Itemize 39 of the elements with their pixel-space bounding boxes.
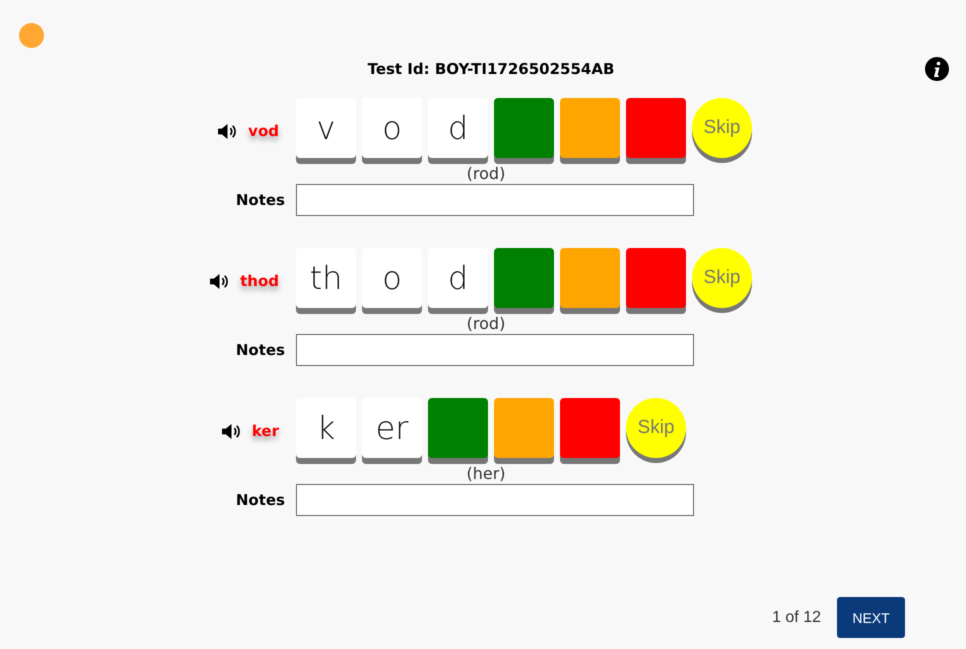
hint-text: (rod): [466, 314, 506, 333]
speaker-icon[interactable]: [220, 422, 242, 440]
speaker-icon[interactable]: [209, 272, 230, 290]
letter-tile[interactable]: d: [428, 248, 488, 308]
letter-tile[interactable]: d: [428, 98, 488, 158]
notes-label: Notes: [236, 190, 285, 208]
skip-button[interactable]: Skip: [626, 398, 686, 458]
rating-button[interactable]: [560, 248, 620, 308]
target-word: thod: [240, 272, 279, 290]
rating-button[interactable]: [494, 98, 554, 158]
letter-tile[interactable]: v: [296, 98, 356, 158]
rating-button[interactable]: [626, 98, 686, 158]
notes-label: Notes: [236, 340, 285, 358]
hint-text: (rod): [466, 164, 506, 183]
letter-tile[interactable]: k: [296, 398, 356, 458]
rating-button[interactable]: [494, 398, 554, 458]
target-word: ker: [252, 422, 279, 440]
hint-text: (her): [466, 464, 506, 483]
test-id-title: Test Id: BOY-TI1726502554AB: [368, 60, 614, 78]
skip-button[interactable]: Skip: [692, 98, 752, 158]
notes-field[interactable]: [296, 334, 694, 366]
info-icon[interactable]: [925, 57, 949, 81]
target-word: vod: [248, 122, 279, 140]
rating-button[interactable]: [428, 398, 488, 458]
skip-button[interactable]: Skip: [692, 248, 752, 308]
letter-tile[interactable]: o: [362, 248, 422, 308]
letter-tile[interactable]: o: [362, 98, 422, 158]
rating-button[interactable]: [560, 98, 620, 158]
rating-button[interactable]: [494, 248, 554, 308]
notes-field[interactable]: [296, 484, 694, 516]
rating-button[interactable]: [560, 398, 620, 458]
speaker-icon[interactable]: [217, 122, 238, 140]
notes-field[interactable]: [296, 184, 694, 216]
letter-tile[interactable]: er: [362, 398, 422, 458]
letter-tile[interactable]: th: [296, 248, 356, 308]
rating-button[interactable]: [626, 248, 686, 308]
next-button[interactable]: NEXT: [837, 597, 905, 638]
notes-label: Notes: [236, 490, 285, 508]
page-counter: 1 of 12: [772, 608, 821, 626]
